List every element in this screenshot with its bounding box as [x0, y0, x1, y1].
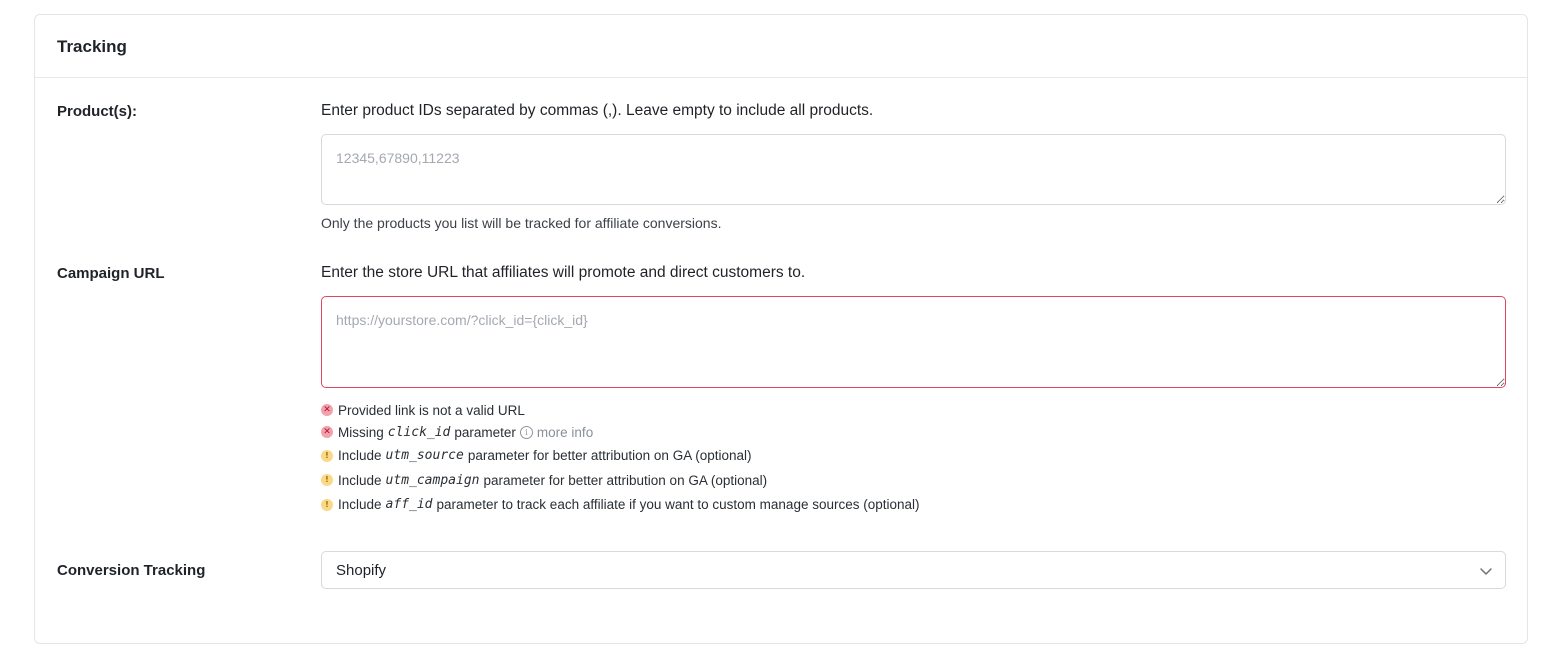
more-info-link[interactable]: more info [537, 425, 593, 440]
validation-text: Include [338, 448, 382, 463]
validation-text: Provided link is not a valid URL [338, 402, 525, 418]
products-field-group: Enter product IDs separated by commas (,… [321, 102, 1506, 231]
parameter-code: utm_source [385, 448, 464, 463]
chevron-down-icon [1480, 568, 1492, 575]
campaign-url-label: Campaign URL [57, 265, 165, 282]
card-header: Tracking [35, 15, 1527, 78]
select-value: Shopify [336, 561, 387, 579]
products-label: Product(s): [57, 103, 137, 120]
validation-text: Include [338, 497, 382, 512]
validation-text: parameter for better attribution on GA (… [483, 472, 768, 488]
validation-text: Include [338, 472, 382, 488]
warning-exclamation-icon: ! [321, 498, 333, 511]
conversion-tracking-select[interactable]: Shopify [321, 551, 1506, 589]
validation-item: ✕ Missing click_id parameter i more info [321, 421, 1506, 443]
error-x-icon: ✕ [321, 426, 333, 438]
parameter-code: aff_id [385, 497, 433, 512]
campaign-url-description: Enter the store URL that affiliates will… [321, 264, 806, 281]
parameter-code: utm_campaign [385, 472, 480, 488]
parameter-code: click_id [387, 424, 451, 440]
products-input[interactable] [321, 134, 1506, 205]
info-icon[interactable]: i [519, 425, 533, 439]
validation-item: ! Include utm_source parameter for bette… [321, 443, 1506, 468]
validation-text: parameter for better attribution on GA (… [467, 448, 752, 463]
warning-exclamation-icon: ! [321, 474, 333, 486]
url-validation-list: ✕ Provided link is not a valid URL ✕ Mis… [321, 399, 1506, 517]
validation-item: ✕ Provided link is not a valid URL [321, 399, 1506, 421]
campaign-url-input[interactable] [321, 296, 1506, 388]
products-help-text: Only the products you list will be track… [321, 215, 722, 231]
error-x-icon: ✕ [321, 404, 333, 416]
conversion-tracking-label: Conversion Tracking [57, 562, 206, 579]
validation-text: parameter to track each affiliate if you… [436, 497, 920, 512]
validation-item: ! Include utm_campaign parameter for bet… [321, 468, 1506, 492]
section-title: Tracking [57, 36, 127, 56]
campaign-url-field-group: Enter the store URL that affiliates will… [321, 264, 1506, 517]
warning-exclamation-icon: ! [321, 449, 333, 462]
tracking-card: Tracking Product(s): Enter product IDs s… [34, 14, 1528, 644]
products-description: Enter product IDs separated by commas (,… [321, 102, 874, 119]
validation-item: ! Include aff_id parameter to track each… [321, 492, 1506, 517]
validation-text: parameter [454, 424, 516, 440]
conversion-tracking-field-group: Shopify [321, 551, 1506, 589]
validation-text: Missing [338, 424, 384, 440]
